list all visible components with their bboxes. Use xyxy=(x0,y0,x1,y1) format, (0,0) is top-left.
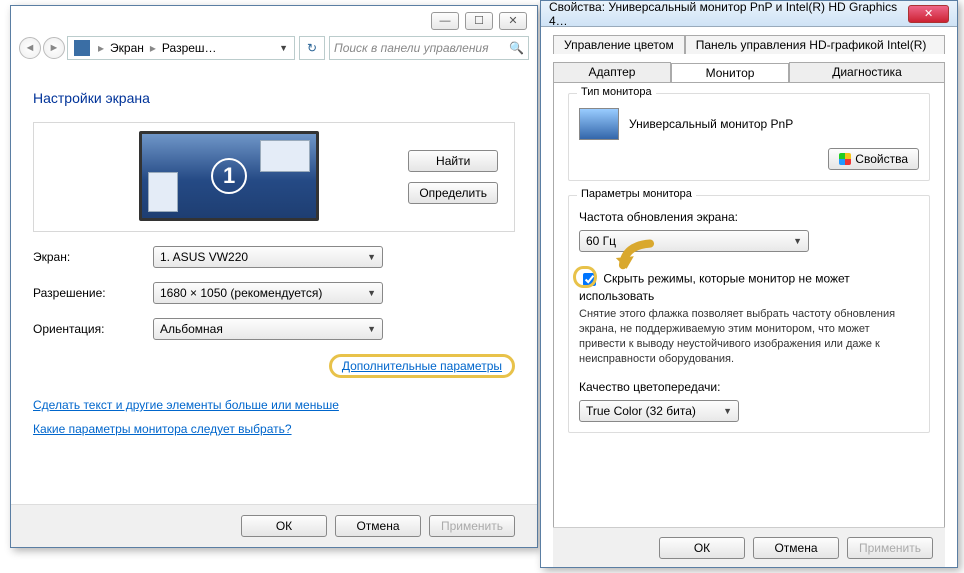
screen-icon xyxy=(74,40,90,56)
monitor-type-group: Тип монитора Универсальный монитор PnP С… xyxy=(568,93,930,181)
refresh-button[interactable]: ↻ xyxy=(299,36,325,60)
hide-modes-description: Снятие этого флажка позволяет выбрать ча… xyxy=(579,307,919,366)
back-button[interactable]: ◄ xyxy=(19,37,41,59)
display-settings-window: — ☐ ✕ ◄ ► ▸ Экран ▸ Разреш… ▼ ↻ Поиск в … xyxy=(10,5,538,548)
crumb-screen[interactable]: Экран xyxy=(108,41,146,55)
tab-color-management[interactable]: Управление цветом xyxy=(553,35,685,54)
properties-button[interactable]: Свойства xyxy=(828,148,919,170)
maximize-button[interactable]: ☐ xyxy=(465,12,493,30)
monitor-number: 1 xyxy=(211,158,247,194)
monitor-name: Универсальный монитор PnP xyxy=(629,117,793,131)
monitor-help-link[interactable]: Какие параметры монитора следует выбрать… xyxy=(33,422,292,436)
text-size-link[interactable]: Сделать текст и другие элементы больше и… xyxy=(33,398,339,412)
titlebar: Свойства: Универсальный монитор PnP и In… xyxy=(541,1,957,27)
ok-button[interactable]: ОК xyxy=(659,537,745,559)
tabs-row-back: Управление цветом Панель управления HD-г… xyxy=(553,35,945,54)
tab-adapter[interactable]: Адаптер xyxy=(553,62,671,82)
cancel-button[interactable]: Отмена xyxy=(753,537,839,559)
group-legend: Параметры монитора xyxy=(577,188,696,200)
monitor-preview: 1 Найти Определить xyxy=(33,122,515,232)
dialog-footer: ОК Отмена Применить xyxy=(553,527,945,567)
preview-window-icon xyxy=(260,140,310,172)
group-legend: Тип монитора xyxy=(577,86,656,98)
chevron-down-icon: ▼ xyxy=(367,252,376,262)
chevron-down-icon: ▼ xyxy=(723,406,732,416)
screen-select[interactable]: 1. ASUS VW220▼ xyxy=(153,246,383,268)
apply-button[interactable]: Применить xyxy=(847,537,933,559)
search-icon: 🔍 xyxy=(509,41,524,55)
tab-intel-panel[interactable]: Панель управления HD-графикой Intel(R) xyxy=(685,35,945,54)
shield-icon xyxy=(839,153,851,165)
breadcrumb[interactable]: ▸ Экран ▸ Разреш… ▼ xyxy=(67,36,295,60)
screen-label: Экран: xyxy=(33,250,153,264)
resolution-select[interactable]: 1680 × 1050 (рекомендуется)▼ xyxy=(153,282,383,304)
chevron-down-icon: ▼ xyxy=(793,236,802,246)
orientation-label: Ориентация: xyxy=(33,322,153,336)
page-title: Настройки экрана xyxy=(33,90,515,106)
chevron-down-icon: ▼ xyxy=(367,288,376,298)
hide-modes-label: Скрыть режимы, которые монитор не может … xyxy=(579,272,850,303)
color-quality-label: Качество цветопередачи: xyxy=(579,380,919,394)
cancel-button[interactable]: Отмена xyxy=(335,515,421,537)
tab-monitor[interactable]: Монитор xyxy=(671,63,789,83)
apply-button[interactable]: Применить xyxy=(429,515,515,537)
window-controls: — ☐ ✕ xyxy=(431,12,527,30)
monitor-params-group: Параметры монитора Частота обновления эк… xyxy=(568,195,930,433)
dialog-footer: ОК Отмена Применить xyxy=(11,504,537,547)
minimize-button[interactable]: — xyxy=(431,12,459,30)
monitor-icon xyxy=(579,108,619,140)
close-button[interactable]: ✕ xyxy=(908,5,949,23)
window-title: Свойства: Универсальный монитор PnP и In… xyxy=(549,0,908,28)
monitor-properties-window: Свойства: Универсальный монитор PnP и In… xyxy=(540,0,958,568)
crumb-resolution[interactable]: Разреш… xyxy=(160,41,219,55)
hide-modes-checkbox[interactable] xyxy=(583,273,596,286)
resolution-label: Разрешение: xyxy=(33,286,153,300)
color-quality-select[interactable]: True Color (32 бита)▼ xyxy=(579,400,739,422)
tab-content: Тип монитора Универсальный монитор PnP С… xyxy=(553,82,945,532)
nav-bar: ◄ ► ▸ Экран ▸ Разреш… ▼ ↻ Поиск в панели… xyxy=(11,32,537,64)
ok-button[interactable]: ОК xyxy=(241,515,327,537)
close-button[interactable]: ✕ xyxy=(499,12,527,30)
preview-window-icon xyxy=(148,172,178,212)
advanced-link-highlight: Дополнительные параметры xyxy=(329,354,515,378)
search-placeholder: Поиск в панели управления xyxy=(334,41,489,55)
tabs-row-front: Адаптер Монитор Диагностика xyxy=(553,62,945,82)
refresh-rate-select[interactable]: 60 Гц▼ xyxy=(579,230,809,252)
detect-button[interactable]: Определить xyxy=(408,182,498,204)
orientation-select[interactable]: Альбомная▼ xyxy=(153,318,383,340)
chevron-down-icon: ▼ xyxy=(367,324,376,334)
refresh-rate-label: Частота обновления экрана: xyxy=(579,210,919,224)
find-button[interactable]: Найти xyxy=(408,150,498,172)
tab-diagnostics[interactable]: Диагностика xyxy=(789,62,945,82)
advanced-settings-link[interactable]: Дополнительные параметры xyxy=(342,359,502,373)
search-input[interactable]: Поиск в панели управления 🔍 xyxy=(329,36,529,60)
monitor-thumbnail[interactable]: 1 xyxy=(139,131,319,221)
forward-button[interactable]: ► xyxy=(43,37,65,59)
